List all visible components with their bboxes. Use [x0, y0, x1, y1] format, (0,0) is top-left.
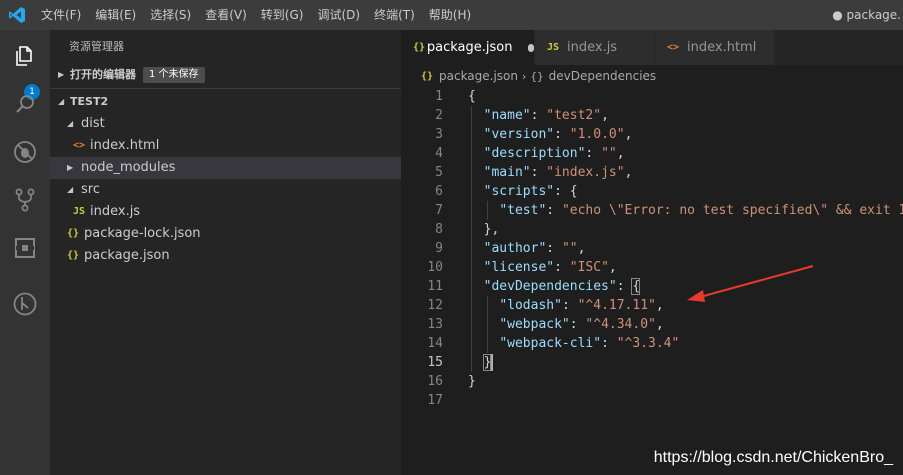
annotation-arrow — [687, 265, 814, 302]
